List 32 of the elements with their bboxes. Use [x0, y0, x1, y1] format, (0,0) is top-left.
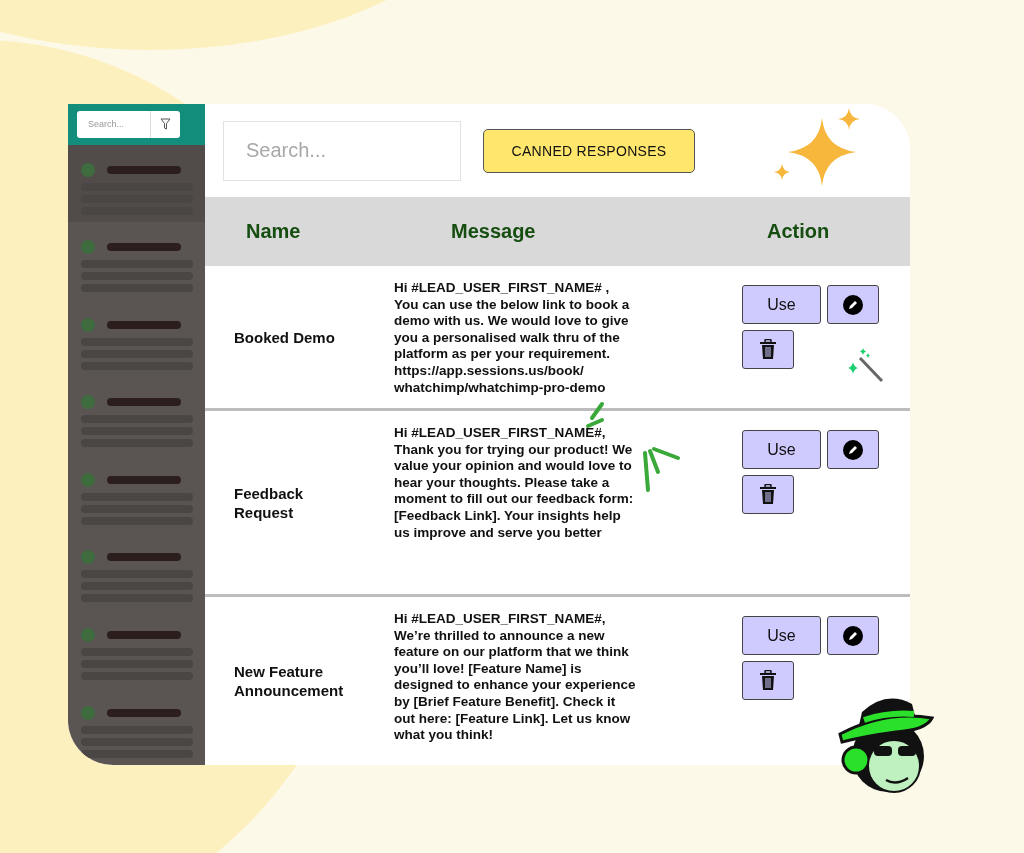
search-field[interactable]: Search...: [223, 120, 461, 181]
delete-button[interactable]: [742, 475, 794, 514]
edit-button[interactable]: [827, 285, 879, 324]
response-message: Hi #LEAD_USER_FIRST_NAME#, Thank you for trying our product! We value your opinion and would love to hear your thoughts. Please take a moment to fill out our feedback form: [Feedback Link]. Your insights help us improve and serve you better: [394, 425, 635, 542]
pencil-icon: [843, 439, 863, 460]
burst-lines-drawing: [642, 446, 682, 494]
delete-button[interactable]: [742, 661, 794, 700]
column-header: Message: [451, 220, 537, 243]
edit-button[interactable]: [827, 616, 879, 655]
use-button[interactable]: Use: [742, 616, 821, 655]
burst-lines-drawing: [584, 400, 606, 430]
sidebar-search-field[interactable]: Search...: [77, 110, 150, 138]
edit-button[interactable]: [827, 430, 879, 469]
response-name: New Feature Announcement: [234, 662, 345, 700]
trash-icon: [759, 670, 777, 691]
column-header: Name: [246, 220, 302, 243]
response-name: Booked Demo: [234, 327, 336, 347]
response-message: Hi #LEAD_USER_FIRST_NAME#, We’re thrilled to announce a new feature on our platform that we think you’ll love! [Feature Name] is designed to enhance your experience by [Brief Feature Benefit]. Check it out here: [Feature Link]. Let us know what you think!: [394, 611, 636, 744]
filter-icon: [160, 118, 171, 131]
trash-icon: [759, 339, 777, 360]
canned-responses-button[interactable]: CANNED RESPONSES: [483, 128, 695, 173]
use-button[interactable]: Use: [742, 430, 821, 469]
pencil-icon: [843, 625, 863, 646]
column-header: Action: [767, 220, 831, 243]
use-button[interactable]: Use: [742, 285, 821, 324]
delete-button[interactable]: [742, 330, 794, 369]
response-name: Feedback Request: [234, 483, 305, 522]
magic-wand-icon: [848, 348, 884, 384]
trash-icon: [759, 484, 777, 505]
pencil-icon: [843, 294, 863, 315]
response-message: Hi #LEAD_USER_FIRST_NAME# , You can use the below link to book a demo with us. We would love to give you a personalised walk thru of the platform as per your requirement. https://app.sessions.us/book/ whatchimp/whatchimp-pro-demo: [394, 280, 631, 397]
filter-button[interactable]: [150, 110, 180, 138]
